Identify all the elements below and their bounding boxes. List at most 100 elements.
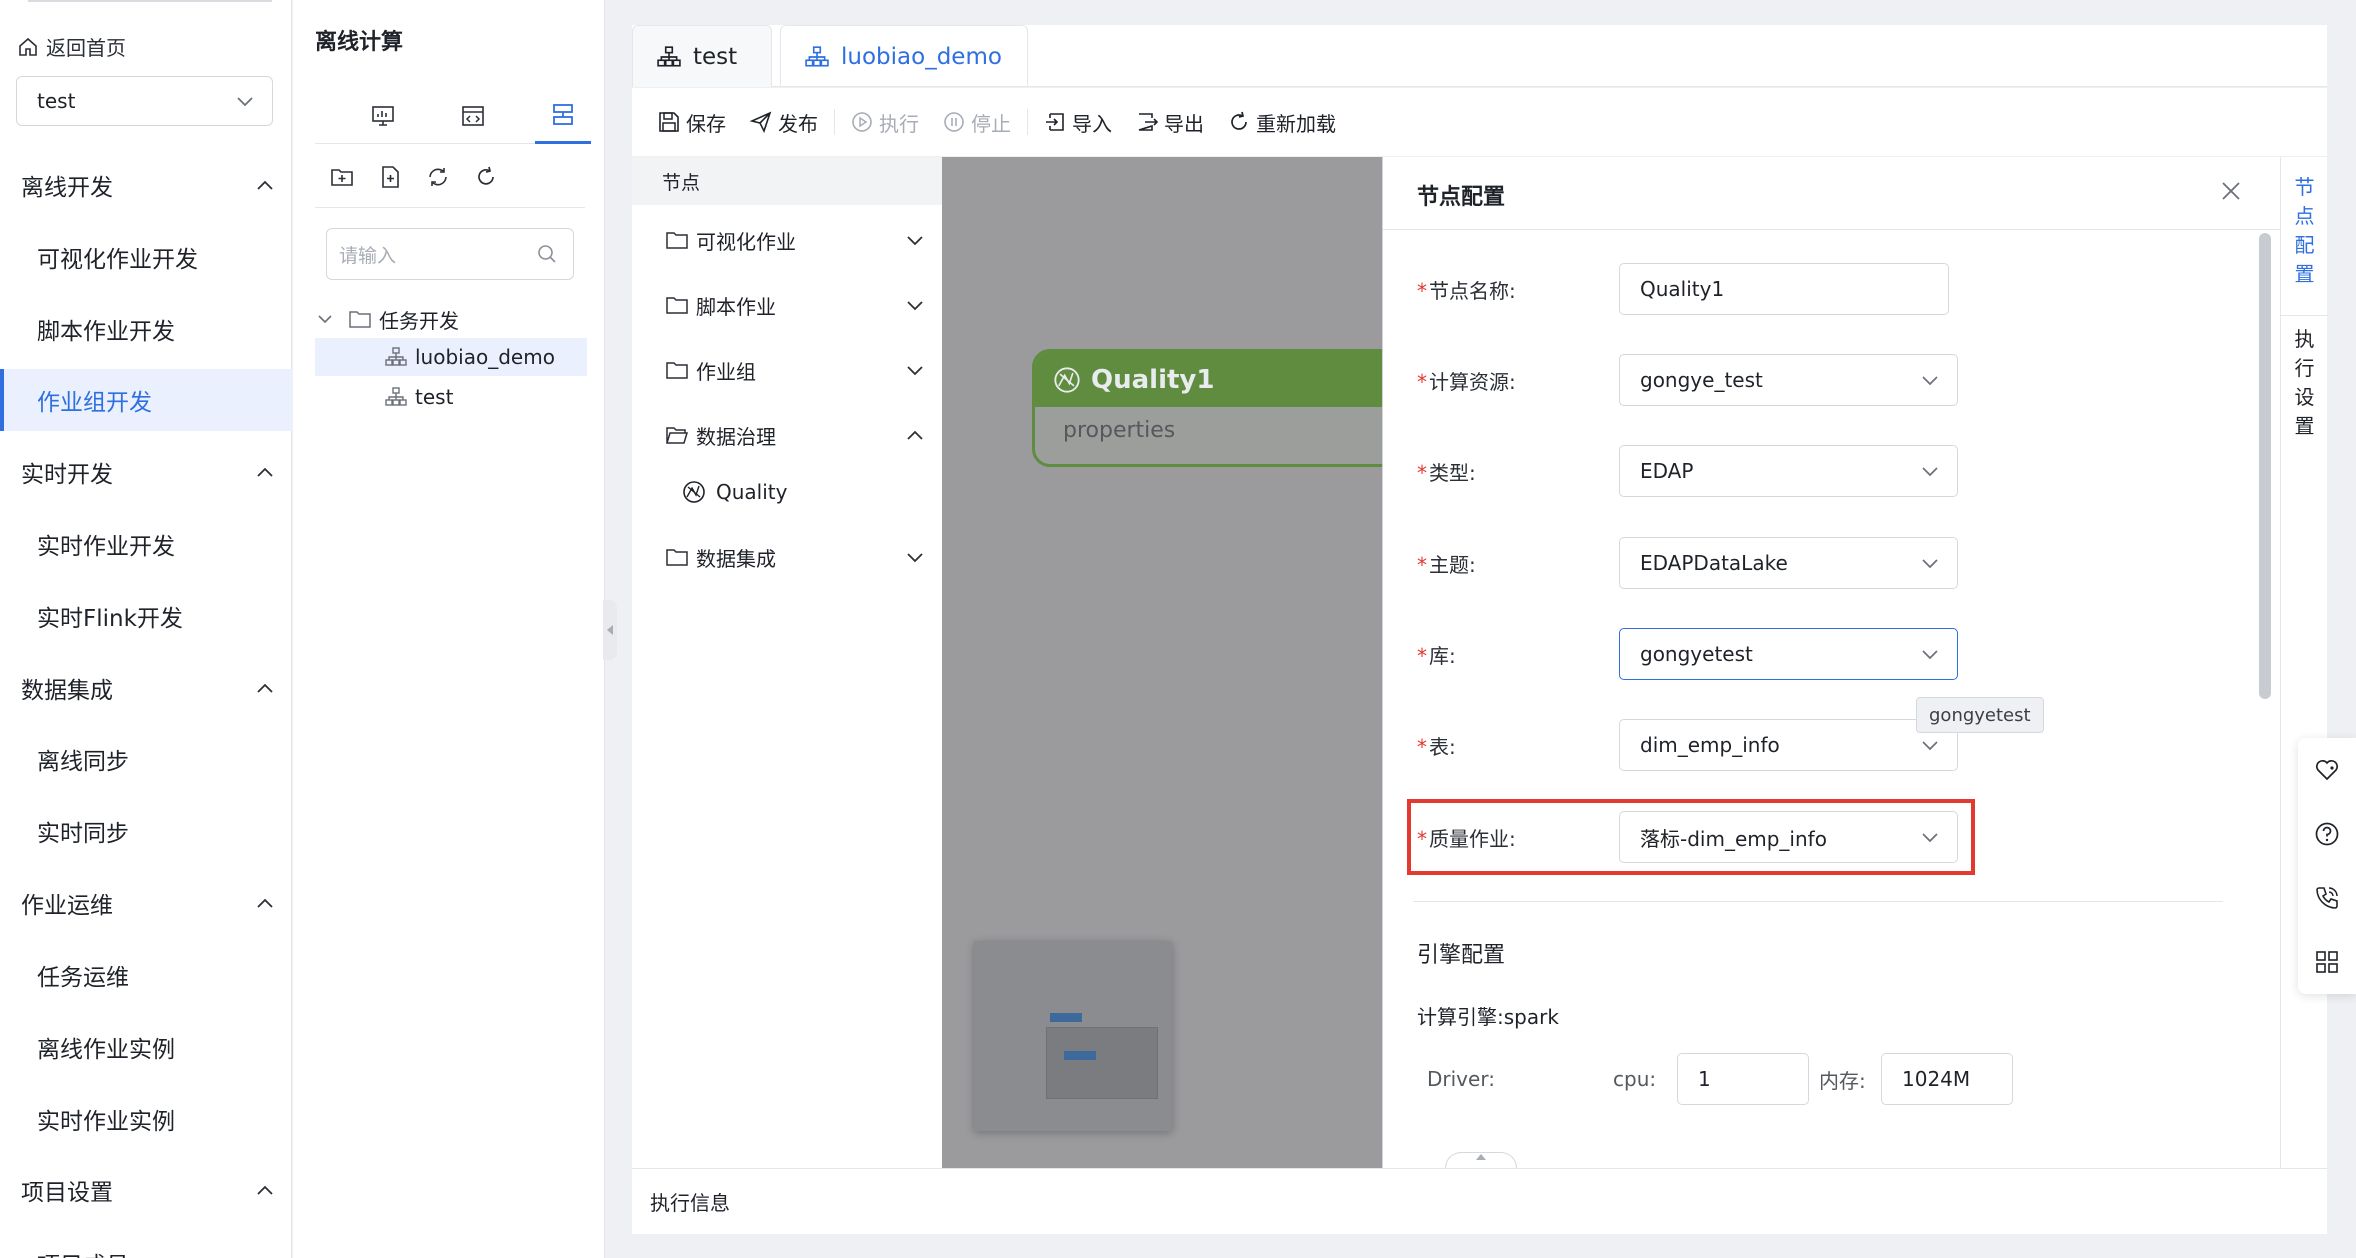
memory-label: 内存: [1819, 1068, 1866, 1093]
compute-resource-select[interactable]: gongye_test [1619, 354, 1958, 406]
tab-luobiao-demo[interactable]: luobiao_demo [780, 25, 1028, 87]
nav-item-label: 离线同步 [37, 749, 129, 775]
nav-item-visual-job[interactable]: 可视化作业开发 [0, 226, 292, 288]
field-node-name: * 节点名称: Quality1 [1417, 263, 1949, 315]
save-button[interactable]: 保存 [646, 108, 738, 137]
node-palette: 节点 可视化作业 脚本作业 作业组 数据治理 Quality 数据集成 [632, 157, 942, 1168]
tab-test[interactable]: test [632, 25, 772, 87]
palette-category-jobgroup[interactable]: 作业组 [666, 350, 924, 390]
nav-item-jobgroup[interactable]: 作业组开发 [0, 369, 292, 431]
refresh-icon[interactable] [473, 164, 499, 190]
stop-label: 停止 [971, 111, 1011, 136]
topic-select[interactable]: EDAPDataLake [1619, 537, 1958, 589]
nav-group-job-ops[interactable]: 作业运维 [0, 883, 292, 923]
drawer-scrollbar[interactable] [2259, 233, 2271, 699]
select-value: gongye_test [1640, 368, 1763, 392]
nav-group-data-integration[interactable]: 数据集成 [0, 668, 292, 708]
project-select[interactable]: test [16, 76, 273, 126]
nav-item-task-ops[interactable]: 任务运维 [0, 944, 292, 1006]
nav-item-label: 可视化作业开发 [37, 247, 198, 273]
collapse-panel-handle[interactable] [603, 600, 617, 660]
help-button[interactable] [2298, 802, 2356, 866]
chevron-up-icon [256, 179, 274, 191]
workflow-canvas[interactable]: Quality1 properties [942, 157, 1382, 1168]
tree-view-tabs [315, 88, 591, 144]
tab-jobgroup[interactable] [535, 88, 591, 144]
palette-header: 节点 [632, 157, 942, 205]
table-select[interactable]: dim_emp_info [1619, 719, 1958, 771]
nav-item-project-members[interactable]: 项目成员 [0, 1232, 292, 1258]
type-select[interactable]: EDAP [1619, 445, 1958, 497]
database-select[interactable]: gongyetest [1619, 628, 1958, 680]
publish-button[interactable]: 发布 [738, 108, 830, 137]
folder-open-icon [666, 426, 688, 444]
vtab-label: 执行设置 [2294, 327, 2315, 438]
nav-group-project-settings[interactable]: 项目设置 [0, 1170, 292, 1210]
memory-input[interactable]: 1024M [1881, 1053, 2013, 1105]
reload-button[interactable]: 重新加载 [1216, 108, 1348, 137]
run-button[interactable]: 执行 [839, 108, 931, 137]
node-name-input[interactable]: Quality1 [1619, 263, 1949, 315]
chevron-down-icon [906, 364, 924, 376]
new-folder-icon[interactable] [329, 164, 355, 190]
nav-item-realtime-sync[interactable]: 实时同步 [0, 800, 292, 862]
canvas-minimap[interactable] [974, 941, 1172, 1131]
palette-category-data-integration[interactable]: 数据集成 [666, 537, 924, 577]
cpu-input[interactable]: 1 [1677, 1053, 1809, 1105]
nav-item-offline-instance[interactable]: 离线作业实例 [0, 1016, 292, 1078]
engine-info: 计算引擎:spark [1417, 1001, 1559, 1030]
chevron-down-icon [1921, 557, 1939, 569]
editor-toolbar: 保存 发布 执行 停止 导入 导出 重新加载 [632, 88, 2327, 156]
apps-button[interactable] [2298, 930, 2356, 994]
export-label: 导出 [1164, 111, 1204, 136]
nav-item-realtime-flink[interactable]: 实时Flink开发 [0, 585, 292, 647]
nav-group-offline-dev[interactable]: 离线开发 [0, 165, 292, 205]
palette-category-script-job[interactable]: 脚本作业 [666, 285, 924, 325]
favorite-button[interactable] [2298, 738, 2356, 802]
import-button[interactable]: 导入 [1032, 108, 1124, 137]
vtab-exec-settings[interactable]: 执行设置 [2281, 325, 2328, 441]
back-home-link[interactable]: 返回首页 [18, 32, 126, 61]
folder-icon [666, 361, 688, 379]
send-icon [750, 111, 772, 133]
nav-item-offline-sync[interactable]: 离线同步 [0, 728, 292, 790]
tree-search-input[interactable]: 请输入 [326, 228, 574, 280]
nav-item-label: 实时Flink开发 [37, 606, 183, 632]
nav-item-script-job[interactable]: 脚本作业开发 [0, 298, 292, 360]
toolbar-divider [1027, 109, 1028, 135]
reload-label: 重新加载 [1256, 111, 1336, 136]
tree-file-test[interactable]: test [385, 378, 453, 416]
jobgroup-icon [657, 45, 681, 68]
nav-item-realtime-instance[interactable]: 实时作业实例 [0, 1088, 292, 1150]
close-icon[interactable] [2219, 179, 2245, 205]
field-compute-resource: * 计算资源: gongye_test [1417, 354, 1958, 406]
tab-dashboard[interactable] [355, 88, 411, 144]
canvas-node-quality1[interactable]: Quality1 properties [1032, 349, 1382, 467]
contact-button[interactable] [2298, 866, 2356, 930]
nav-group-realtime-dev[interactable]: 实时开发 [0, 452, 292, 492]
tab-code[interactable] [445, 88, 501, 144]
vtab-node-config[interactable]: 节点配置 [2281, 173, 2328, 289]
field-label: * 库: [1417, 643, 1456, 668]
palette-category-visual-job[interactable]: 可视化作业 [666, 220, 924, 260]
file-tree-panel: 离线计算 请输入 任务开发 luobiao_demo test [293, 0, 605, 1258]
chevron-down-icon [317, 313, 333, 325]
search-icon [537, 244, 557, 264]
divider [1383, 229, 2281, 230]
minimap-viewport[interactable] [1046, 1027, 1158, 1099]
sync-icon[interactable] [425, 164, 451, 190]
execution-info-bar[interactable]: 执行信息 [632, 1168, 2327, 1234]
chevron-up-icon [256, 1184, 274, 1196]
stop-button[interactable]: 停止 [931, 108, 1023, 137]
select-value: gongyetest [1640, 642, 1753, 666]
palette-category-data-governance[interactable]: 数据治理 [666, 415, 924, 455]
tree-folder-task-dev[interactable]: 任务开发 [317, 300, 459, 338]
run-label: 执行 [879, 111, 919, 136]
palette-node-quality[interactable]: Quality [682, 472, 882, 512]
nav-item-label: 实时作业实例 [37, 1109, 175, 1135]
export-button[interactable]: 导出 [1124, 108, 1216, 137]
tree-file-luobiao-demo[interactable]: luobiao_demo [315, 338, 587, 376]
left-nav: 返回首页 test 离线开发 可视化作业开发 脚本作业开发 作业组开发 实时开发… [0, 0, 292, 1258]
new-file-icon[interactable] [377, 164, 403, 190]
nav-item-realtime-job[interactable]: 实时作业开发 [0, 513, 292, 575]
